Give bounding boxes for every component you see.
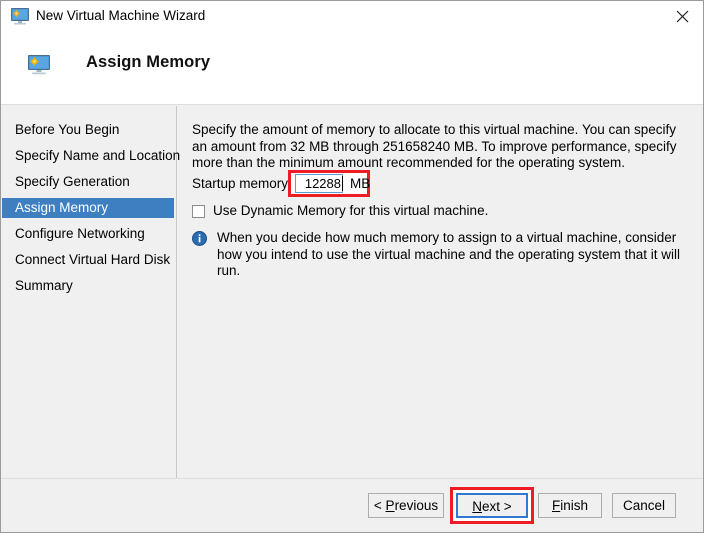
startup-memory-label: Startup memory:: [192, 176, 292, 191]
text-caret: [342, 176, 343, 191]
title-bar: New Virtual Machine Wizard: [1, 1, 704, 32]
next-button[interactable]: Next >: [456, 493, 528, 518]
wizard-footer: < Previous Next > Finish Cancel: [1, 478, 703, 532]
previous-button-accel: P: [386, 498, 395, 513]
page-header: Assign Memory: [1, 32, 703, 105]
previous-button-prefix: <: [374, 498, 386, 513]
description-text: Specify the amount of memory to allocate…: [192, 122, 687, 172]
page-title: Assign Memory: [86, 53, 210, 72]
cancel-button[interactable]: Cancel: [612, 493, 676, 518]
sidebar-item-assign-memory[interactable]: Assign Memory: [2, 198, 174, 218]
window-title: New Virtual Machine Wizard: [36, 8, 205, 23]
finish-button-accel: F: [552, 498, 560, 513]
dynamic-memory-row[interactable]: Use Dynamic Memory for this virtual mach…: [192, 203, 488, 218]
wizard-steps-sidebar: Before You Begin Specify Name and Locati…: [1, 106, 177, 478]
sidebar-item-specify-generation[interactable]: Specify Generation: [1, 172, 176, 192]
dynamic-memory-label[interactable]: Use Dynamic Memory for this virtual mach…: [213, 203, 488, 218]
next-button-suffix: ext >: [482, 499, 512, 514]
info-note-text: When you decide how much memory to assig…: [217, 230, 689, 280]
info-icon: [192, 231, 207, 246]
virtual-machine-monitor-icon: [28, 55, 50, 75]
close-button[interactable]: [659, 1, 704, 31]
previous-button[interactable]: < Previous: [368, 493, 444, 518]
info-note: When you decide how much memory to assig…: [192, 230, 692, 280]
wizard-body: Before You Begin Specify Name and Locati…: [1, 106, 703, 478]
dynamic-memory-checkbox[interactable]: [192, 205, 205, 218]
virtual-machine-monitor-icon: [11, 8, 29, 25]
close-icon: [676, 10, 689, 23]
new-virtual-machine-wizard-window: New Virtual Machine Wizard: [0, 0, 704, 533]
startup-memory-unit-label: MB: [350, 176, 370, 191]
previous-button-suffix: revious: [395, 498, 439, 513]
sidebar-item-specify-name-and-location[interactable]: Specify Name and Location: [1, 146, 176, 166]
sidebar-item-summary[interactable]: Summary: [1, 276, 176, 296]
sidebar-item-connect-virtual-hard-disk[interactable]: Connect Virtual Hard Disk: [1, 250, 176, 270]
sidebar-item-configure-networking[interactable]: Configure Networking: [1, 224, 176, 244]
next-button-accel: N: [472, 499, 482, 514]
startup-memory-input[interactable]: [295, 174, 343, 193]
wizard-content-pane: Specify the amount of memory to allocate…: [178, 106, 703, 478]
finish-button[interactable]: Finish: [538, 493, 602, 518]
finish-button-suffix: inish: [560, 498, 588, 513]
sidebar-item-before-you-begin[interactable]: Before You Begin: [1, 120, 176, 140]
